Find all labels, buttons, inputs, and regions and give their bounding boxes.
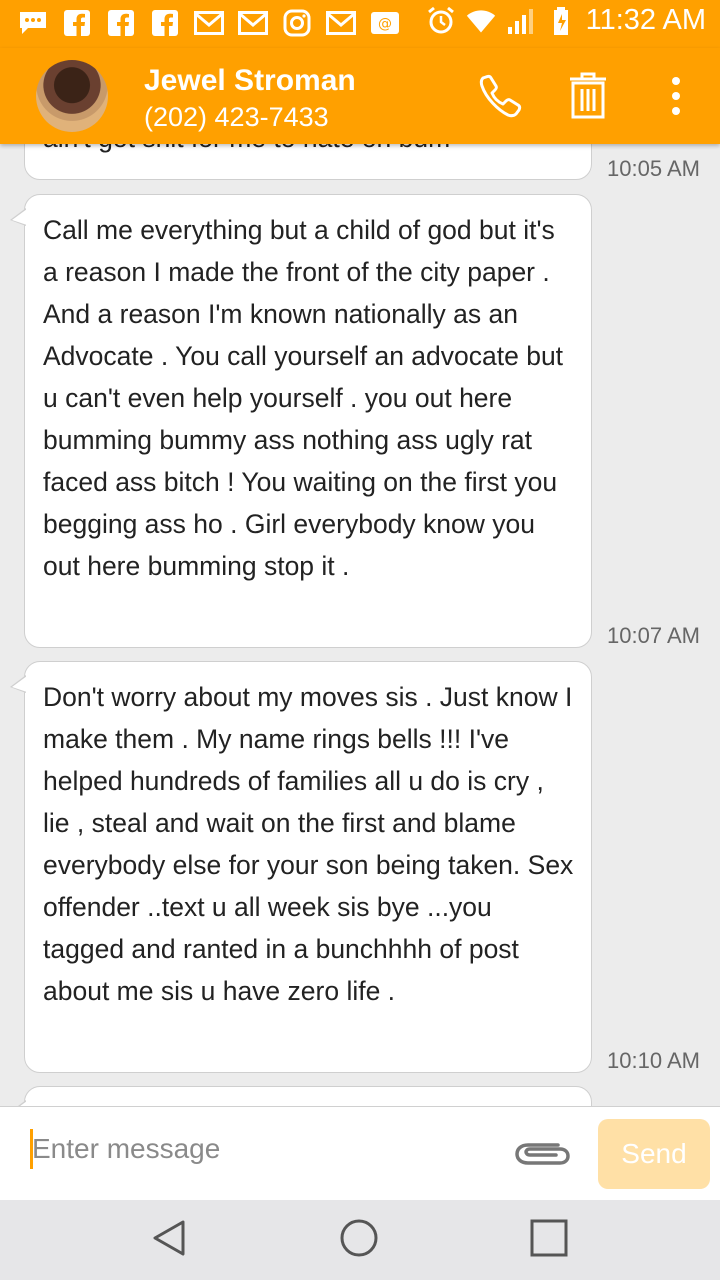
email-icon: @: [370, 8, 400, 38]
message-icon: [18, 8, 48, 38]
delete-conversation-button[interactable]: [562, 72, 614, 124]
compose-bar: Send: [0, 1106, 720, 1200]
status-bar: @ 11:32 AM: [0, 0, 720, 48]
home-icon: [339, 1218, 379, 1263]
more-icon: [670, 75, 682, 122]
signal-icon: [506, 6, 536, 36]
facebook-icon: [106, 8, 136, 38]
message-text: ain't got shit for me to hate on bum: [43, 144, 450, 153]
phone-icon: [476, 72, 524, 125]
messaging-screen: @ 11:32 AM Jewel Stroman (202) 423-7433: [0, 0, 720, 1280]
more-options-button[interactable]: [650, 72, 702, 124]
message-list[interactable]: ain't got shit for me to hate on bum 10:…: [0, 144, 720, 1106]
battery-icon: [546, 6, 576, 36]
call-button[interactable]: [474, 72, 526, 124]
avatar[interactable]: [36, 60, 108, 132]
back-icon: [150, 1218, 190, 1263]
facebook-icon: [150, 8, 180, 38]
message-input[interactable]: [32, 1125, 502, 1173]
recents-icon: [529, 1218, 569, 1263]
message-time: 10:07 AM: [607, 623, 700, 648]
message-bubble[interactable]: Don't worry about my moves sis . Just kn…: [10, 661, 592, 1073]
contact-phone: (202) 423-7433: [144, 102, 329, 132]
status-time: 11:32 AM: [585, 4, 706, 36]
message-time: 10:10 AM: [607, 1048, 700, 1073]
conversation-header: Jewel Stroman (202) 423-7433: [0, 48, 720, 144]
notification-icons: @: [18, 8, 400, 38]
paperclip-icon: [512, 1143, 572, 1175]
message-time: 10:05 AM: [607, 156, 700, 181]
gmail-icon: [326, 8, 356, 38]
recents-button[interactable]: [527, 1218, 571, 1262]
facebook-icon: [62, 8, 92, 38]
navigation-bar: [0, 1200, 720, 1280]
alarm-icon: [426, 6, 456, 36]
message-bubble[interactable]: Call me everything but a child of god bu…: [10, 194, 592, 648]
gmail-icon: [238, 8, 268, 38]
wifi-icon: [466, 6, 496, 36]
send-button[interactable]: Send: [598, 1119, 710, 1189]
gmail-icon: [194, 8, 224, 38]
contact-name: Jewel Stroman: [144, 64, 356, 97]
trash-icon: [568, 72, 608, 125]
message-text: Call me everything but a child of god bu…: [43, 215, 564, 581]
message-bubble[interactable]: [10, 1086, 592, 1106]
back-button[interactable]: [148, 1218, 192, 1262]
home-button[interactable]: [337, 1218, 381, 1262]
attach-button[interactable]: [512, 1135, 576, 1175]
instagram-icon: [282, 8, 312, 38]
message-bubble[interactable]: ain't got shit for me to hate on bum: [24, 144, 592, 180]
system-status: 11:32 AM: [426, 4, 706, 37]
message-text: Don't worry about my moves sis . Just kn…: [43, 682, 574, 1006]
svg-text:@: @: [378, 16, 392, 32]
